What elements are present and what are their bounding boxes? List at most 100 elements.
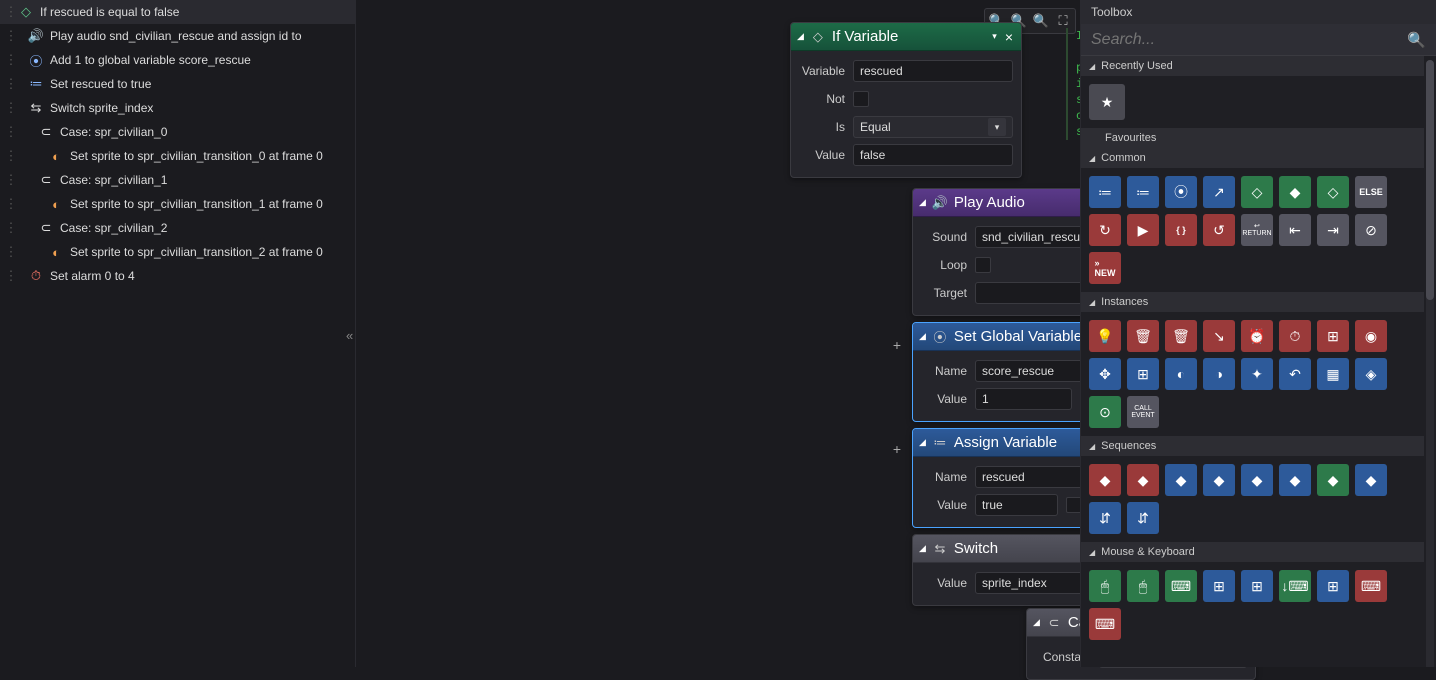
outline-row[interactable]: ⋮⊂Case: spr_civilian_2 <box>0 216 355 240</box>
tool-create-instance-icon[interactable]: 💡 <box>1089 320 1121 352</box>
outline-row[interactable]: ⋮◐Set sprite to spr_civilian_transition_… <box>0 240 355 264</box>
group-common[interactable]: ◢ Common <box>1081 148 1424 168</box>
tool-while-icon[interactable]: ↺ <box>1203 214 1235 246</box>
tool-rotate-icon[interactable]: ↶ <box>1279 358 1311 390</box>
tool-new-icon[interactable]: »NEW <box>1089 252 1121 284</box>
collapse-icon[interactable]: ◢ <box>919 331 926 342</box>
collapse-icon[interactable]: ◢ <box>1033 617 1040 628</box>
collapse-icon[interactable]: ◢ <box>919 437 926 448</box>
tool-seq-head-icon[interactable]: ◆ <box>1241 464 1273 496</box>
tool-global-var-icon[interactable]: ⦿ <box>1165 176 1197 208</box>
tool-else-icon[interactable]: ELSE <box>1355 176 1387 208</box>
tool-alarm-icon[interactable]: ⏰ <box>1241 320 1273 352</box>
search-icon[interactable]: 🔍 <box>1407 31 1426 49</box>
value-input[interactable]: true <box>975 494 1058 516</box>
tool-break-icon[interactable]: ⇤ <box>1279 214 1311 246</box>
outline-row[interactable]: ⋮≔Set rescued to true <box>0 72 355 96</box>
tool-seq-b-icon[interactable]: ⇵ <box>1127 502 1159 534</box>
add-handle-left[interactable]: + <box>890 338 904 352</box>
tool-seq-play-icon[interactable]: ◆ <box>1203 464 1235 496</box>
tool-destroy-at-icon[interactable]: 🗑 <box>1165 320 1197 352</box>
outline-row[interactable]: ⋮⊂Case: spr_civilian_1 <box>0 168 355 192</box>
tool-key-check-icon[interactable]: ⌨ <box>1165 570 1197 602</box>
outline-row[interactable]: ⋮⏱Set alarm 0 to 4 <box>0 264 355 288</box>
tool-return-icon[interactable]: ↩RETURN <box>1241 214 1273 246</box>
tool-if-expr-icon[interactable]: ◆ <box>1279 176 1311 208</box>
tool-mouse-pressed-icon[interactable]: 🖱 <box>1127 570 1159 602</box>
tool-seq-destroy-icon[interactable]: ◆ <box>1127 464 1159 496</box>
tool-star-icon[interactable]: ★ <box>1089 84 1125 120</box>
collapse-icon[interactable]: ◢ <box>919 197 926 208</box>
collapse-icon[interactable]: ◢ <box>919 543 926 554</box>
group-recently-used[interactable]: ◢ Recently Used <box>1081 56 1424 76</box>
zoom-in-icon[interactable]: 🔍 <box>1031 11 1051 31</box>
tool-sprite-icon[interactable]: ◐ <box>1165 358 1197 390</box>
group-instances[interactable]: ◢ Instances <box>1081 292 1424 312</box>
toolbox-scrollbar[interactable] <box>1426 60 1434 667</box>
tool-seq-exists-icon[interactable]: ◆ <box>1317 464 1349 496</box>
tool-sprite-frame-icon[interactable]: ◑ <box>1203 358 1235 390</box>
node-header[interactable]: ◢ ◇ If Variable ▾ × <box>791 23 1021 51</box>
group-favourites[interactable]: Favourites <box>1081 128 1424 148</box>
not-checkbox[interactable] <box>853 91 869 107</box>
tool-key-grid2-icon[interactable]: ⊞ <box>1241 570 1273 602</box>
tool-if-undef-icon[interactable]: ◇ <box>1317 176 1349 208</box>
variable-input[interactable]: rescued <box>853 60 1013 82</box>
tool-if-var-icon[interactable]: ◇ <box>1241 176 1273 208</box>
chevron-down-icon[interactable]: ▾ <box>988 118 1006 136</box>
tool-temp-var-icon[interactable]: ≔ <box>1127 176 1159 208</box>
node-if-variable[interactable]: ◢ ◇ If Variable ▾ × Variable rescued Not… <box>790 22 1022 178</box>
tool-get-alarm-icon[interactable]: ⊞ <box>1317 320 1349 352</box>
is-select[interactable]: Equal ▾ <box>853 116 1013 138</box>
scrollbar-thumb[interactable] <box>1426 60 1434 300</box>
tool-assign-var-icon[interactable]: ≔ <box>1089 176 1121 208</box>
close-icon[interactable]: × <box>1003 29 1015 45</box>
tool-key-down-icon[interactable]: ↓⌨ <box>1279 570 1311 602</box>
outline-row[interactable]: ⋮◇If rescued is equal to false <box>0 0 355 24</box>
tool-layer-icon[interactable]: ▦ <box>1317 358 1349 390</box>
tool-loop-icon[interactable]: ↻ <box>1089 214 1121 246</box>
tool-cancel-icon[interactable]: ⊘ <box>1355 214 1387 246</box>
collapse-icon[interactable]: ◢ <box>797 31 804 42</box>
group-mouse-keyboard[interactable]: ◢ Mouse & Keyboard <box>1081 542 1424 562</box>
outline-row[interactable]: ⋮🔊Play audio snd_civilian_rescue and ass… <box>0 24 355 48</box>
tool-for-icon[interactable]: { } <box>1165 214 1197 246</box>
tool-seq-create-icon[interactable]: ◆ <box>1089 464 1121 496</box>
collapse-left-handle[interactable]: « <box>346 328 353 343</box>
value-input[interactable]: 1 <box>975 388 1072 410</box>
target-input[interactable] <box>975 282 1086 304</box>
tool-mouse-check-icon[interactable]: 🖱 <box>1089 570 1121 602</box>
tool-instance-exists-icon[interactable]: ◉ <box>1355 320 1387 352</box>
dropdown-icon[interactable]: ▾ <box>992 31 997 42</box>
outline-row[interactable]: ⋮⦿Add 1 to global variable score_rescue <box>0 48 355 72</box>
tool-key-map-icon[interactable]: ⊞ <box>1317 570 1349 602</box>
outline-row[interactable]: ⋮⊂Case: spr_civilian_0 <box>0 120 355 144</box>
outline-row[interactable]: ⋮⇆Switch sprite_index <box>0 96 355 120</box>
loop-checkbox[interactable] <box>975 257 991 273</box>
value-input[interactable]: false <box>853 144 1013 166</box>
tool-key-event-icon[interactable]: ⌨ <box>1089 608 1121 640</box>
tool-call-event-icon[interactable]: CALLEVENT <box>1127 396 1159 428</box>
tool-set-alarm-icon[interactable]: ⏱ <box>1279 320 1311 352</box>
tool-seq-get-icon[interactable]: ◆ <box>1355 464 1387 496</box>
tool-destroy-icon[interactable]: 🗑 <box>1127 320 1159 352</box>
outline-row[interactable]: ⋮◐Set sprite to spr_civilian_transition_… <box>0 144 355 168</box>
tool-move-grid-icon[interactable]: ⊞ <box>1127 358 1159 390</box>
add-handle-left[interactable]: + <box>890 442 904 456</box>
tool-transform-icon[interactable]: ✦ <box>1241 358 1273 390</box>
tool-seq-a-icon[interactable]: ⇵ <box>1089 502 1121 534</box>
tool-seq-speed-icon[interactable]: ◆ <box>1279 464 1311 496</box>
tool-apply-icon[interactable]: ⊙ <box>1089 396 1121 428</box>
tool-exit-icon[interactable]: ⇥ <box>1317 214 1349 246</box>
group-sequences[interactable]: ◢ Sequences <box>1081 436 1424 456</box>
tool-point-icon[interactable]: ↘ <box>1203 320 1235 352</box>
tool-key-release-icon[interactable]: ⌨ <box>1355 570 1387 602</box>
tool-move-icon[interactable]: ✥ <box>1089 358 1121 390</box>
tool-get-var-icon[interactable]: ↗ <box>1203 176 1235 208</box>
tool-seq-pause-icon[interactable]: ◆ <box>1165 464 1197 496</box>
canvas-area[interactable]: 🔍 🔍 🔍 ⛶ If not rescued, play rescue soun… <box>356 0 1080 667</box>
search-input[interactable] <box>1091 31 1407 49</box>
tool-repeat-icon[interactable]: ▶ <box>1127 214 1159 246</box>
tool-key-grid-icon[interactable]: ⊞ <box>1203 570 1235 602</box>
tool-color-icon[interactable]: ◈ <box>1355 358 1387 390</box>
